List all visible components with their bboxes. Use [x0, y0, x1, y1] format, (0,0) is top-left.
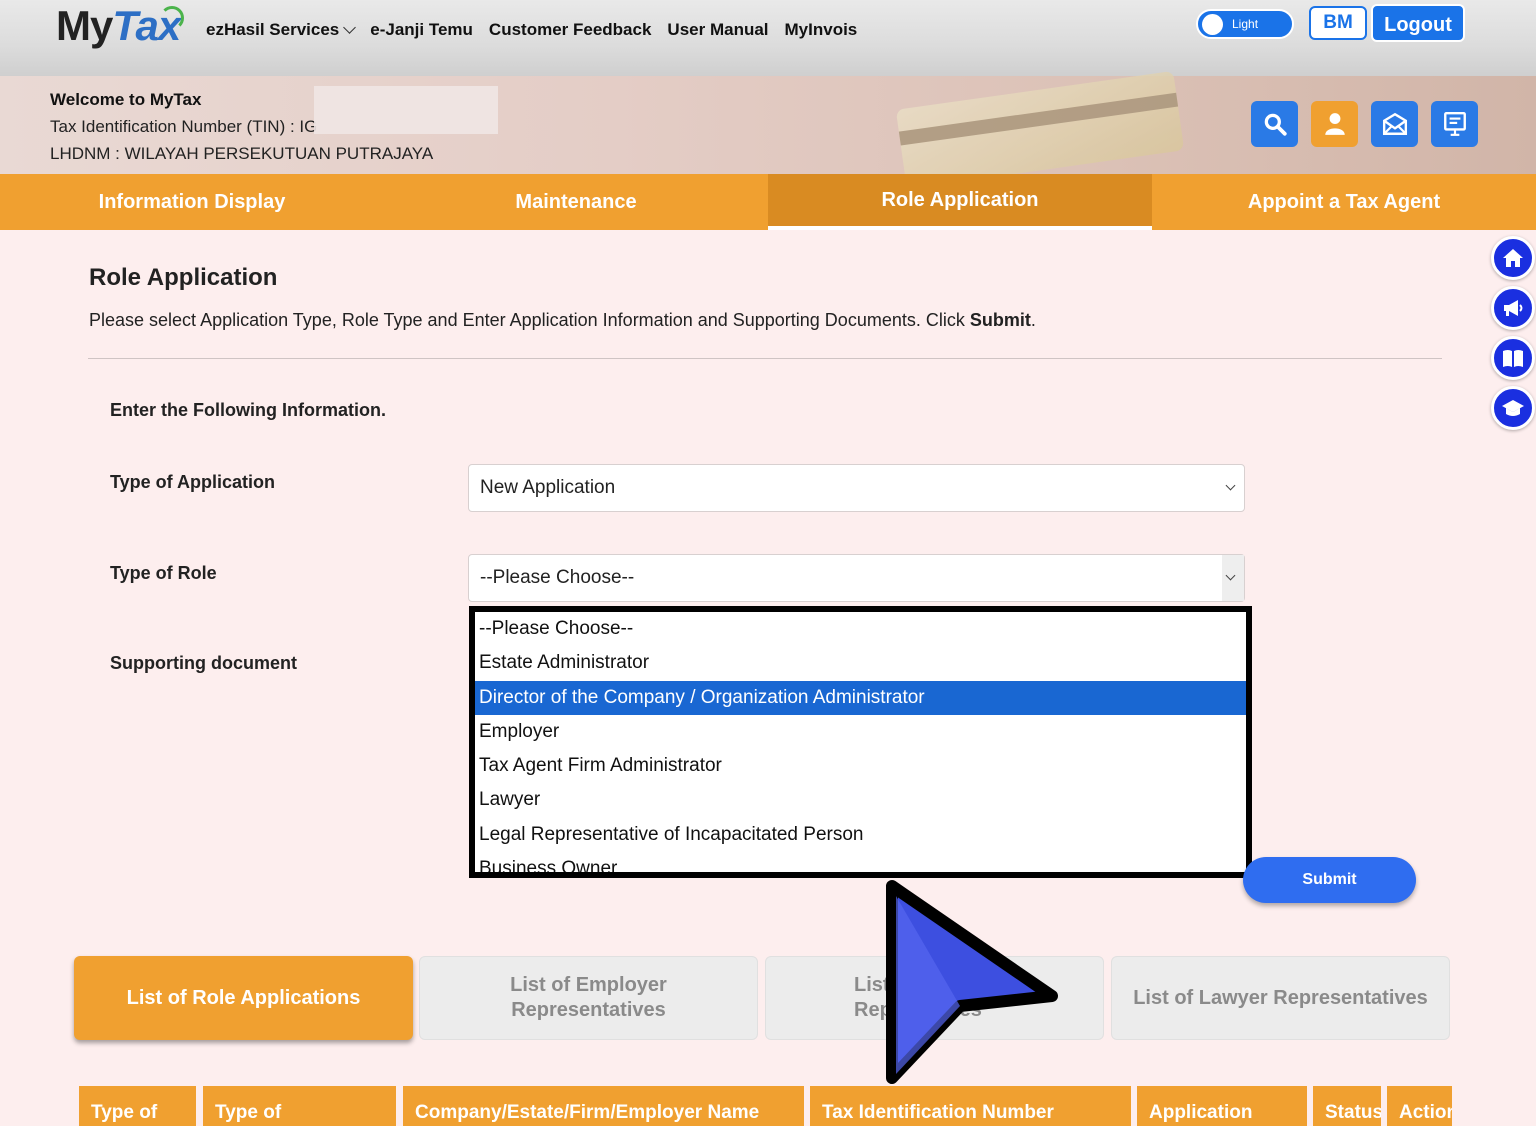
display-button[interactable]: [1431, 101, 1478, 147]
logo-my-text: My: [56, 2, 113, 49]
type-of-role-value: --Please Choose--: [480, 567, 635, 588]
inbox-button[interactable]: [1371, 101, 1418, 147]
lhdnm-text: LHDNM : WILAYAH PERSEKUTUAN PUTRAJAYA: [50, 144, 434, 163]
search-button[interactable]: [1251, 101, 1298, 147]
nav-ezhasil-label: ezHasil Services: [206, 20, 340, 39]
welcome-text: Welcome to MyTax: [50, 90, 202, 109]
role-option-selected[interactable]: Director of the Company / Organization A…: [475, 680, 1246, 715]
nav-e-janji-temu[interactable]: e-Janji Temu: [370, 20, 473, 40]
tab-line: List of Employer: [510, 974, 667, 996]
supporting-document-label: Supporting document: [110, 653, 297, 673]
search-icon: [1264, 113, 1287, 136]
chevron-down-icon: [1225, 480, 1236, 491]
table-header-cell: Type of: [79, 1086, 196, 1126]
main-nav: ezHasil Services e-Janji Temu Customer F…: [206, 20, 857, 40]
logo-swoosh-icon: [160, 6, 184, 30]
floating-shortcuts: [1491, 236, 1535, 430]
submit-button[interactable]: Submit: [1243, 857, 1416, 903]
chevron-down-icon: [343, 21, 357, 34]
tab-line: Representatives: [511, 999, 666, 1021]
desc-suffix: .: [1030, 310, 1036, 330]
tab-list-role-applications[interactable]: List of Role Applications: [74, 956, 413, 1040]
role-option[interactable]: Lawyer: [475, 783, 1246, 817]
type-of-role-select[interactable]: --Please Choose--: [468, 554, 1245, 602]
presentation-icon: [1443, 111, 1466, 136]
nav-ezhasil-services[interactable]: ezHasil Services: [206, 20, 357, 40]
role-option[interactable]: Employer: [475, 715, 1246, 749]
megaphone-icon: [1504, 300, 1523, 316]
mytax-logo[interactable]: MyTax: [56, 2, 181, 50]
table-header-cell: Company/Estate/Firm/Employer Name: [403, 1086, 804, 1126]
education-button[interactable]: [1491, 386, 1535, 430]
home-button[interactable]: [1491, 236, 1535, 280]
toggle-knob: [1202, 14, 1223, 35]
role-option[interactable]: Business Owner: [475, 852, 1246, 872]
tab-list-employer-representatives[interactable]: List of Employer Representatives: [419, 956, 758, 1040]
redacted-area: [314, 86, 498, 134]
type-of-application-label: Type of Application: [110, 472, 275, 492]
home-icon: [1503, 249, 1523, 267]
role-dropdown-list[interactable]: --Please Choose-- Estate Administrator D…: [469, 606, 1252, 878]
card-stripe: [898, 92, 1179, 146]
language-bm-button[interactable]: BM: [1309, 6, 1367, 40]
tab-information-display[interactable]: Information Display: [0, 174, 384, 230]
tab-line: List of Lawyer Representatives: [1133, 986, 1428, 1009]
type-of-role-label: Type of Role: [110, 563, 217, 583]
desc-submit-bold: Submit: [969, 310, 1031, 330]
type-of-application-select[interactable]: New Application: [468, 464, 1245, 512]
type-of-application-value: New Application: [480, 477, 616, 498]
role-option[interactable]: --Please Choose--: [475, 612, 1246, 646]
mail-icon: [1382, 112, 1407, 135]
nav-user-manual[interactable]: User Manual: [667, 20, 768, 40]
tin-text: Tax Identification Number (TIN) : IG: [50, 117, 318, 136]
manual-button[interactable]: [1491, 336, 1535, 380]
nav-myinvois[interactable]: MyInvois: [785, 20, 858, 40]
page-description: Please select Application Type, Role Typ…: [89, 310, 1036, 331]
theme-toggle[interactable]: Light: [1196, 9, 1294, 39]
main-tabs: Information Display Maintenance Role App…: [0, 174, 1536, 230]
nav-customer-feedback[interactable]: Customer Feedback: [489, 20, 652, 40]
select-arrow-box: [1222, 555, 1244, 601]
logout-button[interactable]: Logout: [1371, 4, 1465, 42]
tab-list-lawyer-representatives[interactable]: List of Lawyer Representatives: [1111, 956, 1450, 1040]
announcement-button[interactable]: [1491, 286, 1535, 330]
table-header-cell: Application: [1137, 1086, 1307, 1126]
graduation-cap-icon: [1502, 400, 1524, 416]
tab-maintenance[interactable]: Maintenance: [384, 174, 768, 230]
banner-icons: [1251, 101, 1478, 147]
tab-line: List of Role Applications: [126, 986, 361, 1009]
book-icon: [1503, 350, 1523, 367]
desc-prefix: Please select Application Type, Role Typ…: [89, 310, 970, 330]
theme-toggle-label: Light: [1232, 17, 1259, 31]
tab-role-application[interactable]: Role Application: [768, 174, 1152, 230]
page-title: Role Application: [89, 264, 278, 291]
role-option[interactable]: Estate Administrator: [475, 646, 1246, 680]
table-header-cell: Tax Identification Number: [810, 1086, 1131, 1126]
divider: [88, 358, 1442, 359]
role-option[interactable]: Tax Agent Firm Administrator: [475, 749, 1246, 783]
profile-button[interactable]: [1311, 101, 1358, 147]
section-label: Enter the Following Information.: [110, 400, 386, 420]
tab-appoint-tax-agent[interactable]: Appoint a Tax Agent: [1152, 174, 1536, 230]
top-navbar: MyTax ezHasil Services e-Janji Temu Cust…: [0, 0, 1536, 76]
user-icon: [1324, 113, 1345, 135]
table-header-cell: Action: [1387, 1086, 1452, 1126]
table-header-cell: Type of: [203, 1086, 396, 1126]
mouse-cursor-icon: [886, 880, 1058, 1084]
credit-card-decoration: [895, 70, 1185, 190]
role-option[interactable]: Legal Representative of Incapacitated Pe…: [475, 818, 1246, 852]
table-header-cell: Status: [1313, 1086, 1381, 1126]
